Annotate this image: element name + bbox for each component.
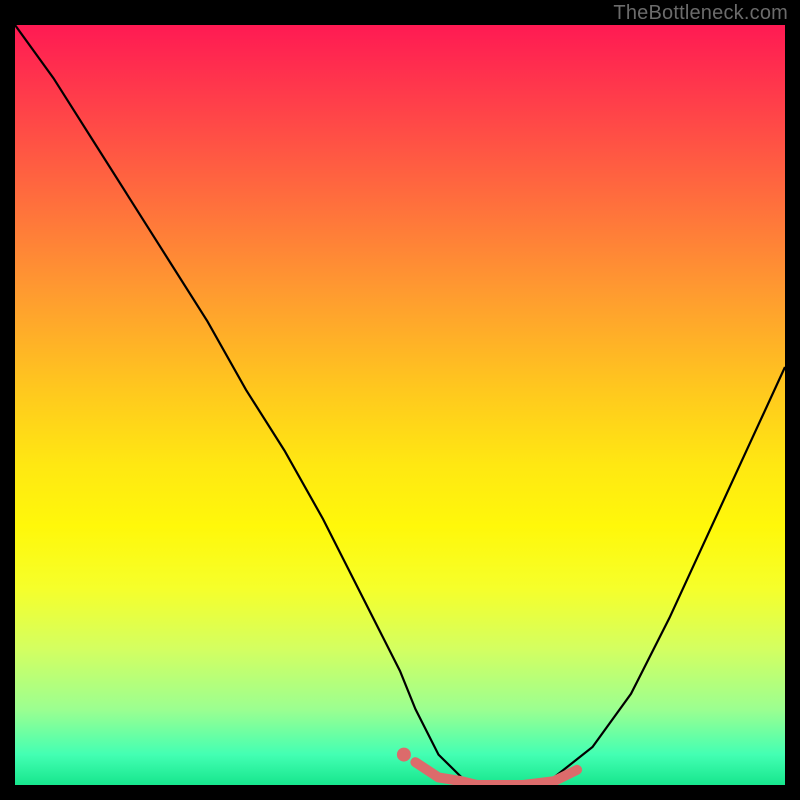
bottleneck-curve-svg [15,25,785,785]
accent-left-dot [397,748,411,762]
watermark-text: TheBottleneck.com [613,2,788,25]
curve-accent-path [415,762,577,785]
plot-area [15,25,785,785]
chart-frame: TheBottleneck.com [0,0,800,800]
curve-main-path [15,25,785,785]
